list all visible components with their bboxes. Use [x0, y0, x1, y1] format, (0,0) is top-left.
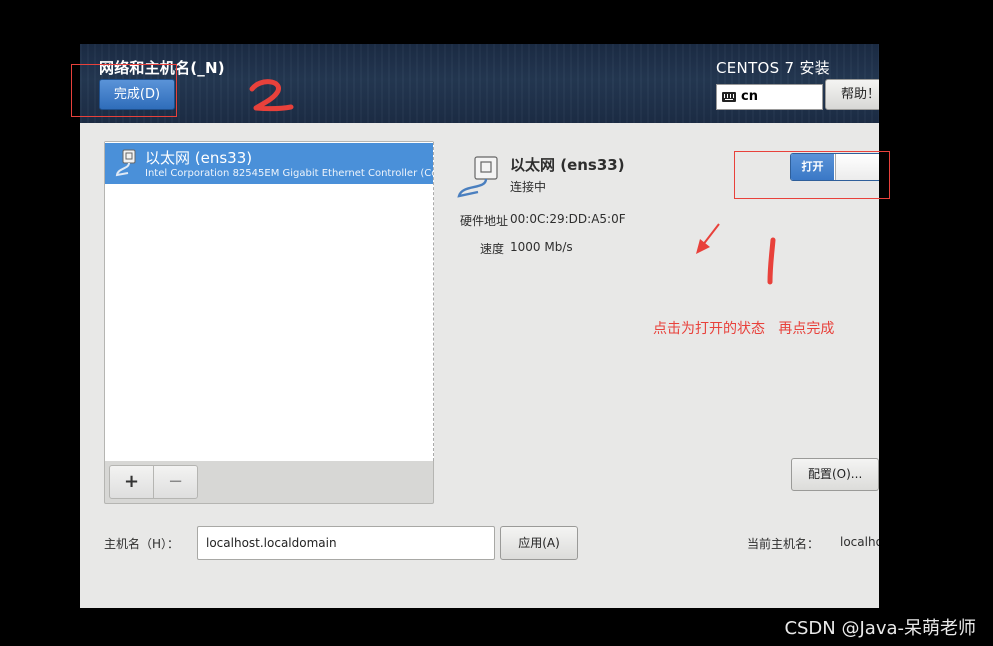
add-connection-button[interactable]: + — [109, 465, 154, 499]
ethernet-detail-icon — [457, 156, 498, 198]
hostname-label: 主机名（H）： — [104, 537, 180, 551]
ethernet-icon — [115, 149, 136, 177]
keyboard-icon — [722, 92, 736, 102]
annotation-box-toggle — [734, 151, 890, 199]
remove-connection-button[interactable]: − — [153, 465, 198, 499]
hardware-address-label: 硬件地址 — [459, 214, 508, 228]
product-title: CENTOS 7 安装 — [716, 59, 831, 77]
detail-connection-name: 以太网 (ens33) — [510, 156, 625, 174]
csdn-watermark: CSDN @Java-呆萌老师 — [784, 618, 976, 639]
connection-name: 以太网 (ens33) — [145, 149, 253, 167]
apply-button[interactable]: 应用(A) — [500, 526, 578, 560]
help-button[interactable]: 帮助！ — [825, 79, 879, 110]
annotation-instruction: 点击为打开的状态 再点完成 — [653, 321, 835, 337]
configure-button[interactable]: 配置(O)... — [791, 458, 879, 491]
hardware-address-value: 00:0C:29:DD:A5:0F — [510, 212, 626, 226]
installer-window: 网络和主机名(_N) 完成(D) CENTOS 7 安装 cn 帮助！ 以太网 … — [80, 44, 879, 608]
current-hostname-label: 当前主机名： — [747, 537, 820, 551]
list-item-ethernet[interactable]: 以太网 (ens33) Intel Corporation 82545EM Gi… — [105, 143, 433, 184]
header-bar: 网络和主机名(_N) 完成(D) CENTOS 7 安装 cn 帮助！ — [80, 44, 879, 123]
connection-list-panel: 以太网 (ens33) Intel Corporation 82545EM Gi… — [104, 141, 434, 504]
connection-list: 以太网 (ens33) Intel Corporation 82545EM Gi… — [105, 142, 434, 461]
current-hostname-value: localhost — [840, 535, 879, 549]
connection-status: 连接中 — [510, 180, 547, 194]
speed-label: 速度 — [479, 242, 504, 256]
connection-description: Intel Corporation 82545EM Gigabit Ethern… — [145, 168, 433, 179]
keyboard-layout-label: cn — [741, 89, 758, 104]
hostname-input[interactable]: localhost.localdomain — [197, 526, 495, 560]
keyboard-layout-indicator[interactable]: cn — [716, 84, 823, 110]
annotation-box-done — [71, 64, 177, 117]
speed-value: 1000 Mb/s — [510, 240, 573, 254]
